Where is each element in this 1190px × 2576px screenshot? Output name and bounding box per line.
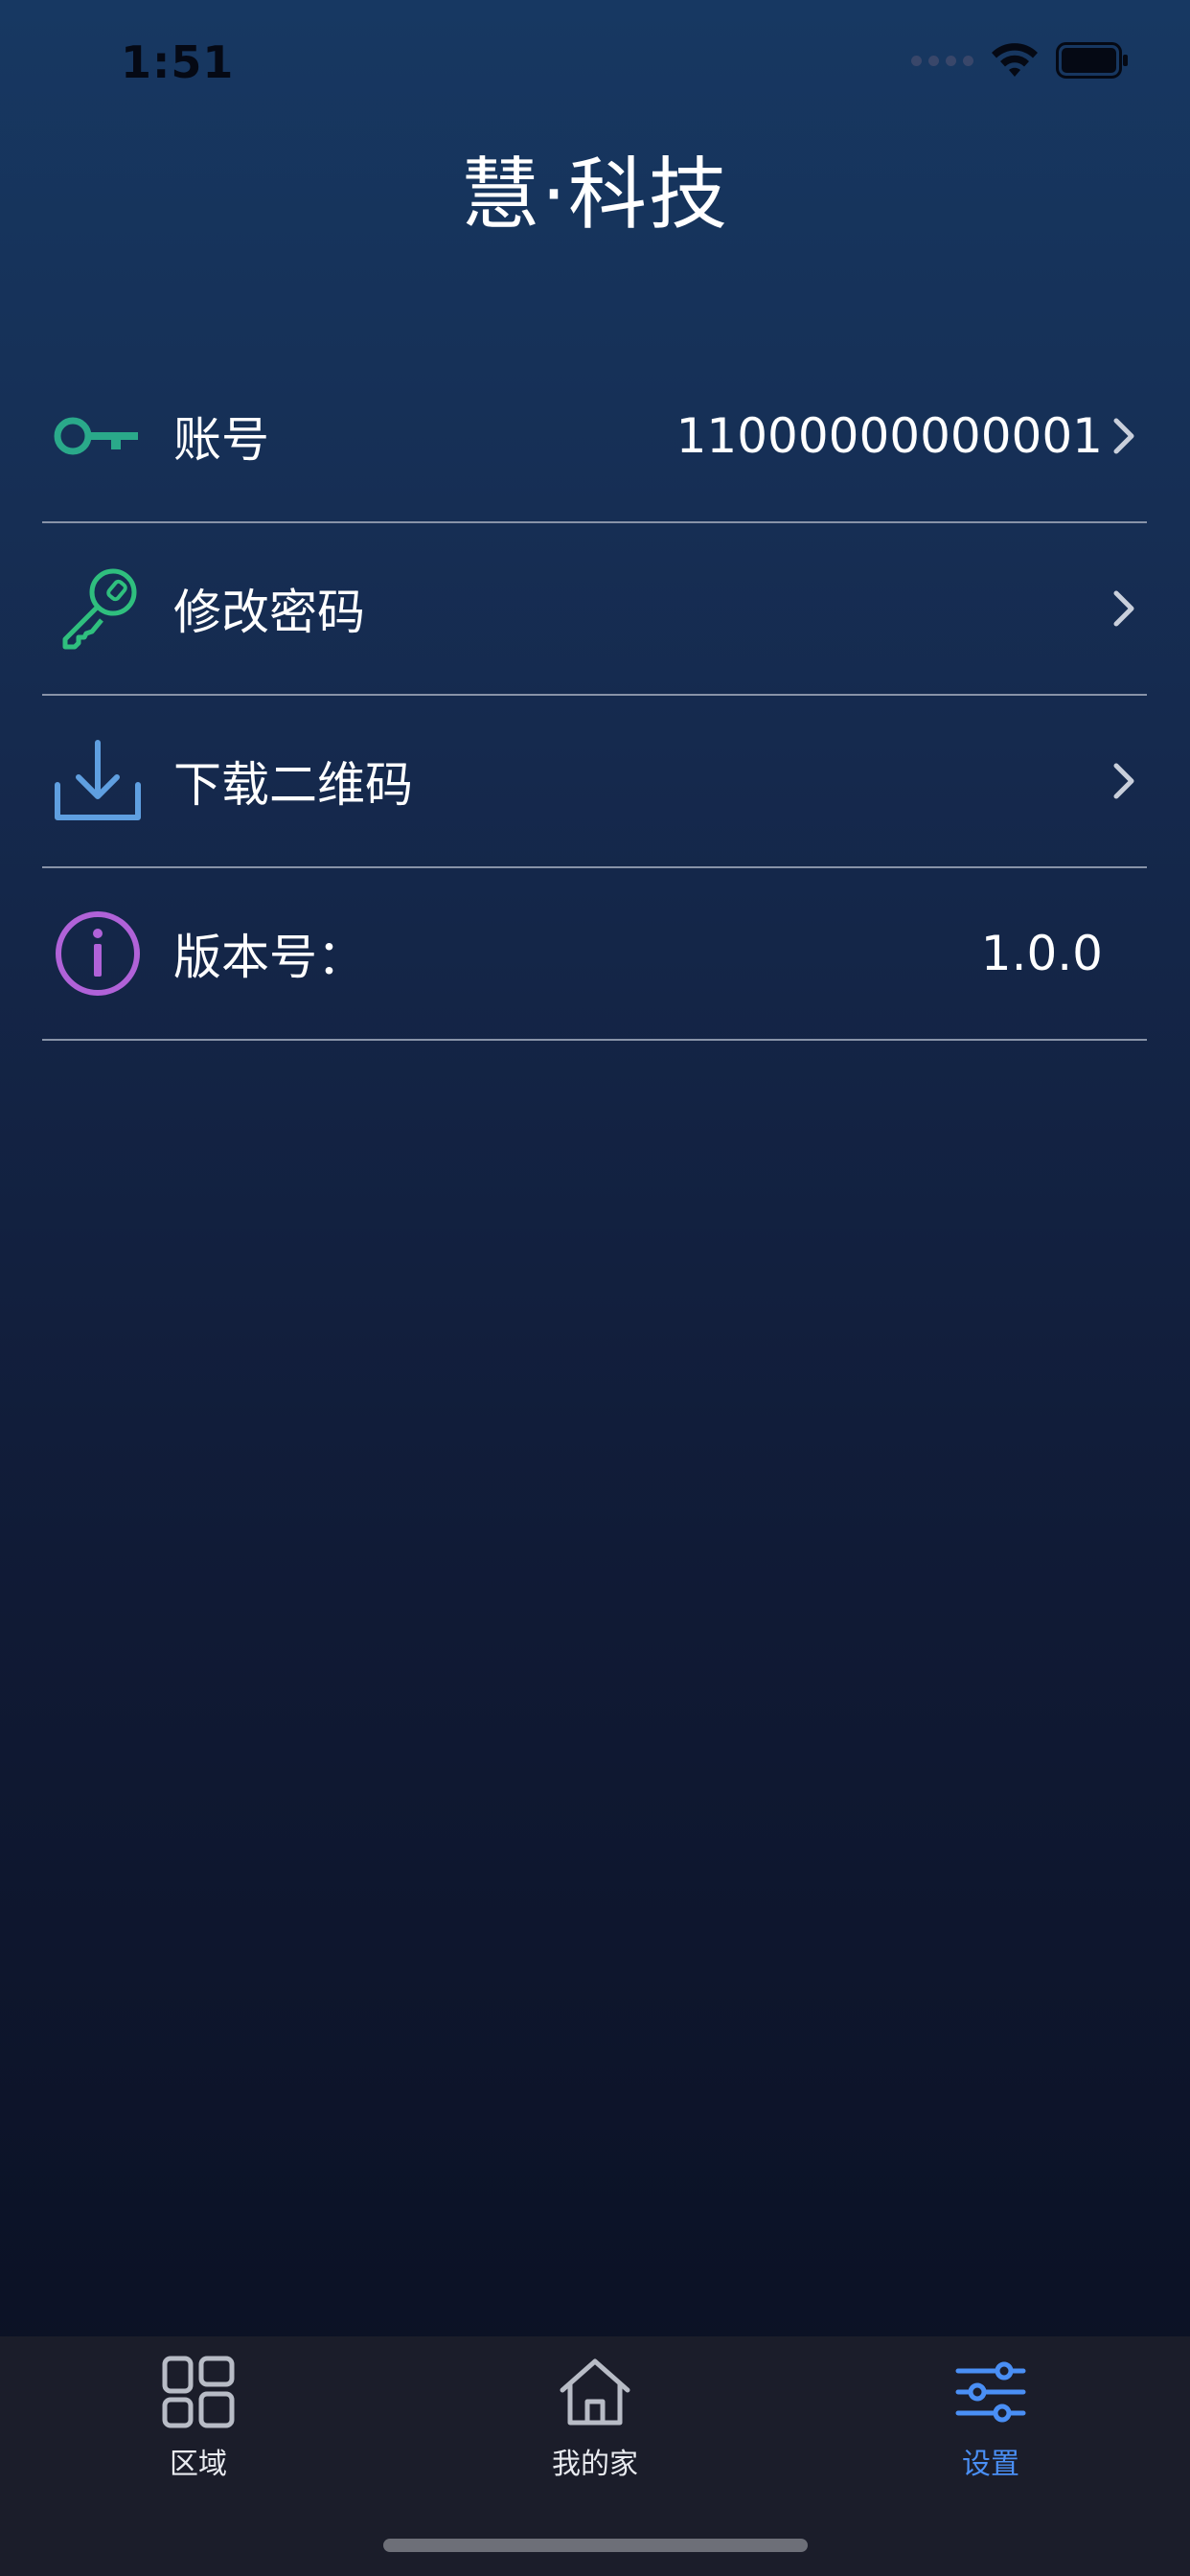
tab-region[interactable]: 区域 (93, 2354, 304, 2497)
account-row[interactable]: 账号 11000000000001 (42, 351, 1147, 523)
battery-icon (1056, 42, 1129, 79)
info-icon (54, 909, 142, 998)
tab-my-home[interactable]: 我的家 (490, 2354, 700, 2497)
key-angled-icon (54, 564, 142, 653)
status-time: 1:51 (121, 36, 235, 88)
tab-region-label: 区域 (170, 2448, 227, 2481)
wifi-icon (991, 42, 1039, 79)
status-bar: 1:51 (0, 0, 1190, 126)
status-indicators (911, 42, 1129, 79)
download-qrcode-row[interactable]: 下载二维码 (42, 696, 1147, 868)
account-label: 账号 (173, 412, 269, 468)
account-value: 11000000000001 (675, 408, 1103, 464)
cellular-signal-icon (911, 55, 973, 66)
page-title: 慧·科技 (460, 150, 730, 241)
download-qrcode-label: 下载二维码 (173, 757, 413, 813)
settings-list: 账号 11000000000001 修改密码 下载二维码 版本号： 1.0.0 (42, 351, 1147, 1041)
sliders-icon (952, 2354, 1029, 2430)
version-label: 版本号： (173, 930, 365, 985)
key-icon (54, 392, 142, 480)
chevron-right-icon (1113, 763, 1134, 799)
home-indicator[interactable] (383, 2539, 808, 2552)
tab-settings-label: 设置 (962, 2448, 1019, 2481)
download-icon (54, 737, 142, 825)
tab-settings[interactable]: 设置 (885, 2354, 1096, 2497)
home-icon (557, 2354, 633, 2430)
tab-my-home-label: 我的家 (552, 2448, 638, 2481)
version-value: 1.0.0 (980, 926, 1103, 981)
change-password-row[interactable]: 修改密码 (42, 523, 1147, 696)
version-row: 版本号： 1.0.0 (42, 868, 1147, 1041)
change-password-label: 修改密码 (173, 585, 365, 640)
chevron-right-icon (1113, 418, 1134, 454)
chevron-right-icon (1113, 590, 1134, 627)
grid-icon (160, 2354, 237, 2430)
